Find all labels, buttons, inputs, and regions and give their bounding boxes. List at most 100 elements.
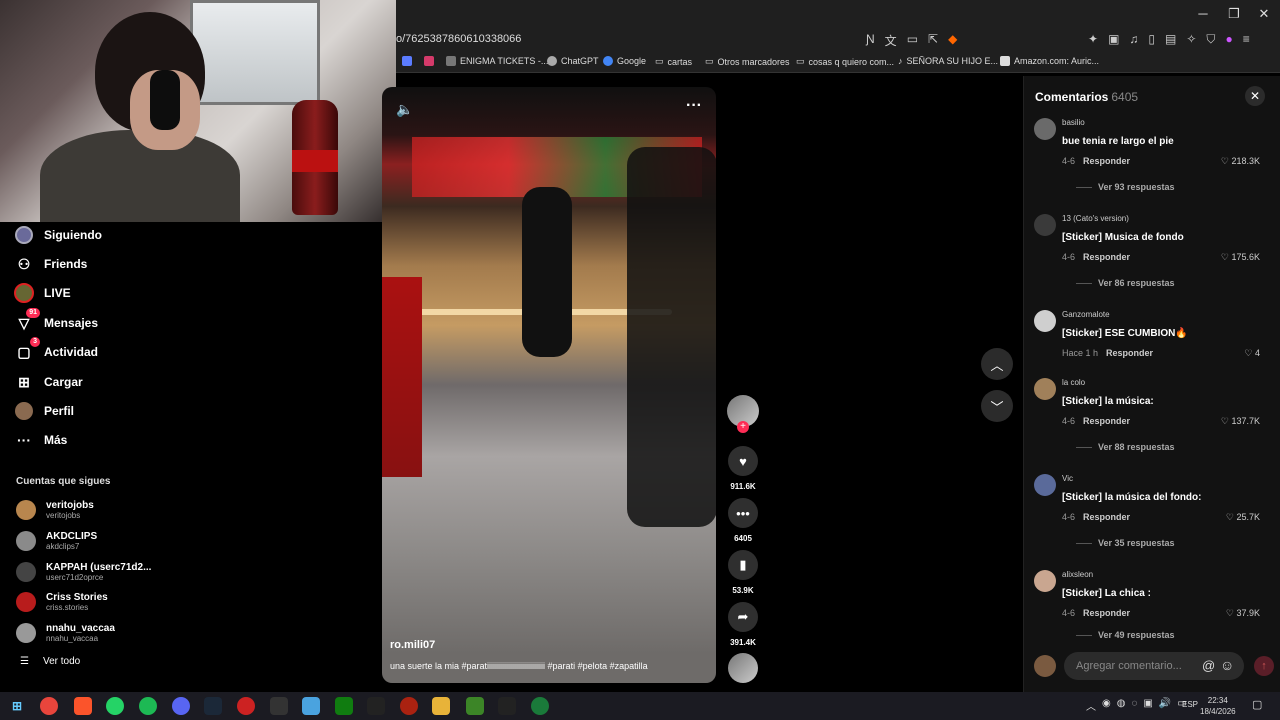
nav-live[interactable]: LIVE xyxy=(14,281,71,305)
capcut-icon[interactable] xyxy=(498,697,516,715)
account-item[interactable]: veritojobs veritojobs xyxy=(16,496,94,524)
profile-icon[interactable]: ● xyxy=(1225,32,1232,47)
translate-icon[interactable]: 文 xyxy=(885,32,897,49)
media-icon[interactable]: ♫ xyxy=(1129,32,1138,47)
reply-button[interactable]: Responder xyxy=(1083,512,1130,522)
account-item[interactable]: KAPPAH (userc71d2... userc71d2oprce xyxy=(16,558,151,586)
avatar[interactable] xyxy=(1034,474,1056,496)
nav-mas[interactable]: ··· Más xyxy=(14,428,67,452)
url-text[interactable]: o/7625387860610338066 xyxy=(396,33,521,45)
see-all-link[interactable]: ☰ Ver todo xyxy=(20,656,80,667)
epic-games-icon[interactable] xyxy=(270,697,288,715)
comment-button[interactable]: ••• xyxy=(728,498,758,528)
clock[interactable]: 22:34 18/4/2026 xyxy=(1200,695,1236,717)
language-indicator[interactable]: ESP xyxy=(1182,700,1198,709)
avatar[interactable] xyxy=(1034,378,1056,400)
reply-button[interactable]: Responder xyxy=(1083,156,1130,166)
avatar[interactable] xyxy=(1034,310,1056,332)
follow-plus-icon[interactable]: + xyxy=(737,421,749,433)
steam-icon[interactable] xyxy=(204,697,222,715)
account-item[interactable]: AKDCLIPS akdclips7 xyxy=(16,527,97,555)
reader-icon[interactable]: ▣ xyxy=(1108,32,1119,47)
brave-icon[interactable] xyxy=(74,697,92,715)
nav-mensajes[interactable]: ▽ 91 Mensajes xyxy=(14,308,98,335)
whatsapp-icon[interactable] xyxy=(106,697,124,715)
store-icon[interactable] xyxy=(302,697,320,715)
view-replies-button[interactable]: Ver 88 respuestas xyxy=(1076,442,1175,452)
brave-shield-icon[interactable]: ◆ xyxy=(948,32,957,49)
nav-actividad[interactable]: ▢ 3 Actividad xyxy=(14,337,98,364)
bookmark-app-icon[interactable] xyxy=(402,56,412,66)
xbox-icon[interactable] xyxy=(335,697,353,715)
app-green-icon[interactable] xyxy=(531,697,549,715)
cast-icon[interactable]: ▭ xyxy=(907,32,918,49)
file-explorer-icon[interactable] xyxy=(432,697,450,715)
reply-button[interactable]: Responder xyxy=(1083,416,1130,426)
tray-app-icon[interactable]: ▣ xyxy=(1143,698,1152,713)
account-item[interactable]: Criss Stories criss.stories xyxy=(16,588,108,616)
menu-icon[interactable]: ≡ xyxy=(1243,32,1250,47)
comment-like[interactable]: ♡ 218.3K xyxy=(1221,156,1260,167)
more-options-icon[interactable]: ··· xyxy=(686,97,702,115)
chrome-icon[interactable] xyxy=(40,697,58,715)
send-comment-button[interactable]: ↑ xyxy=(1254,656,1274,676)
restore-button[interactable]: ❐ xyxy=(1217,4,1251,24)
bookmark-enigma[interactable]: ENIGMA TICKETS -... xyxy=(446,56,548,66)
windows-start-icon[interactable]: ⊞ xyxy=(8,697,26,715)
bookmark-chatgpt[interactable]: ChatGPT xyxy=(547,56,599,66)
video-author[interactable]: ro.mili07 xyxy=(390,639,435,651)
bookmark-brand-icon[interactable] xyxy=(424,56,434,66)
mute-icon[interactable]: 🔈 xyxy=(396,101,413,118)
comment-input[interactable]: Agregar comentario... xyxy=(1064,652,1244,680)
nav-friends[interactable]: ⚇ Friends xyxy=(14,252,88,276)
mention-icon[interactable]: @ xyxy=(1202,658,1215,673)
close-window-button[interactable]: ✕ xyxy=(1247,4,1280,24)
wallet-icon[interactable]: ▤ xyxy=(1165,32,1176,47)
sidebar-icon[interactable]: ▯ xyxy=(1148,32,1155,47)
comment-like[interactable]: ♡ 4 xyxy=(1244,348,1260,359)
previous-video-button[interactable]: ︿ xyxy=(981,348,1013,380)
comment-like[interactable]: ♡ 25.7K xyxy=(1226,512,1260,523)
minecraft-icon[interactable] xyxy=(466,697,484,715)
tray-app-icon[interactable]: ◌ xyxy=(1131,698,1137,713)
obs-icon[interactable] xyxy=(400,697,418,715)
share-icon[interactable]: ⇱ xyxy=(928,32,938,49)
like-button[interactable]: ♥ xyxy=(728,446,758,476)
save-button[interactable]: ▮ xyxy=(728,550,758,580)
bookmark-amazon[interactable]: Amazon.com: Auric... xyxy=(1000,56,1099,66)
view-replies-button[interactable]: Ver 93 respuestas xyxy=(1076,182,1175,192)
bookmark-tiktok[interactable]: ♪ SEÑORA SU HIJO E... xyxy=(898,56,998,66)
leo-icon[interactable]: ✧ xyxy=(1186,32,1196,47)
avatar[interactable] xyxy=(1034,214,1056,236)
app-red-icon[interactable] xyxy=(237,697,255,715)
view-replies-button[interactable]: Ver 86 respuestas xyxy=(1076,278,1175,288)
reply-button[interactable]: Responder xyxy=(1083,608,1130,618)
nav-cargar[interactable]: ⊞ Cargar xyxy=(14,370,83,394)
reply-button[interactable]: Responder xyxy=(1083,252,1130,262)
video-player[interactable]: 🔈 ··· ro.mili07 una suerte la mia #parat… xyxy=(382,87,716,683)
nav-perfil[interactable]: Perfil xyxy=(14,399,74,423)
view-replies-button[interactable]: Ver 49 respuestas xyxy=(1076,630,1175,640)
comment-like[interactable]: ♡ 175.6K xyxy=(1221,252,1260,263)
comment-like[interactable]: ♡ 37.9K xyxy=(1226,608,1260,619)
tray-app-icon[interactable]: ◉ xyxy=(1102,698,1111,713)
nav-siguiendo[interactable]: Siguiendo xyxy=(14,223,102,247)
extensions-icon[interactable]: ✦ xyxy=(1088,32,1098,47)
app-icon[interactable] xyxy=(367,697,385,715)
bookmark-folder-cosas[interactable]: ▭ cosas q quiero com... xyxy=(796,56,894,67)
sound-avatar[interactable] xyxy=(728,653,758,683)
minimize-button[interactable]: ─ xyxy=(1186,4,1220,24)
notification-icon[interactable]: ▢ xyxy=(1252,698,1262,711)
avatar[interactable] xyxy=(1034,570,1056,592)
spotify-icon[interactable] xyxy=(139,697,157,715)
vpn-icon[interactable]: ⛉ xyxy=(1206,32,1215,47)
emoji-icon[interactable]: ☺ xyxy=(1220,657,1234,673)
next-video-button[interactable]: ﹀ xyxy=(981,390,1013,422)
share-button[interactable]: ➦ xyxy=(728,602,758,632)
bookmark-folder-cartas[interactable]: ▭ cartas xyxy=(655,56,692,67)
account-item[interactable]: nnahu_vaccaa nnahu_vaccaa xyxy=(16,619,115,647)
comment-like[interactable]: ♡ 137.7K xyxy=(1221,416,1260,427)
bookmark-google[interactable]: Google xyxy=(603,56,646,66)
chevron-up-icon[interactable]: ︿ xyxy=(1086,698,1096,713)
volume-icon[interactable]: 🔊 xyxy=(1159,698,1171,713)
